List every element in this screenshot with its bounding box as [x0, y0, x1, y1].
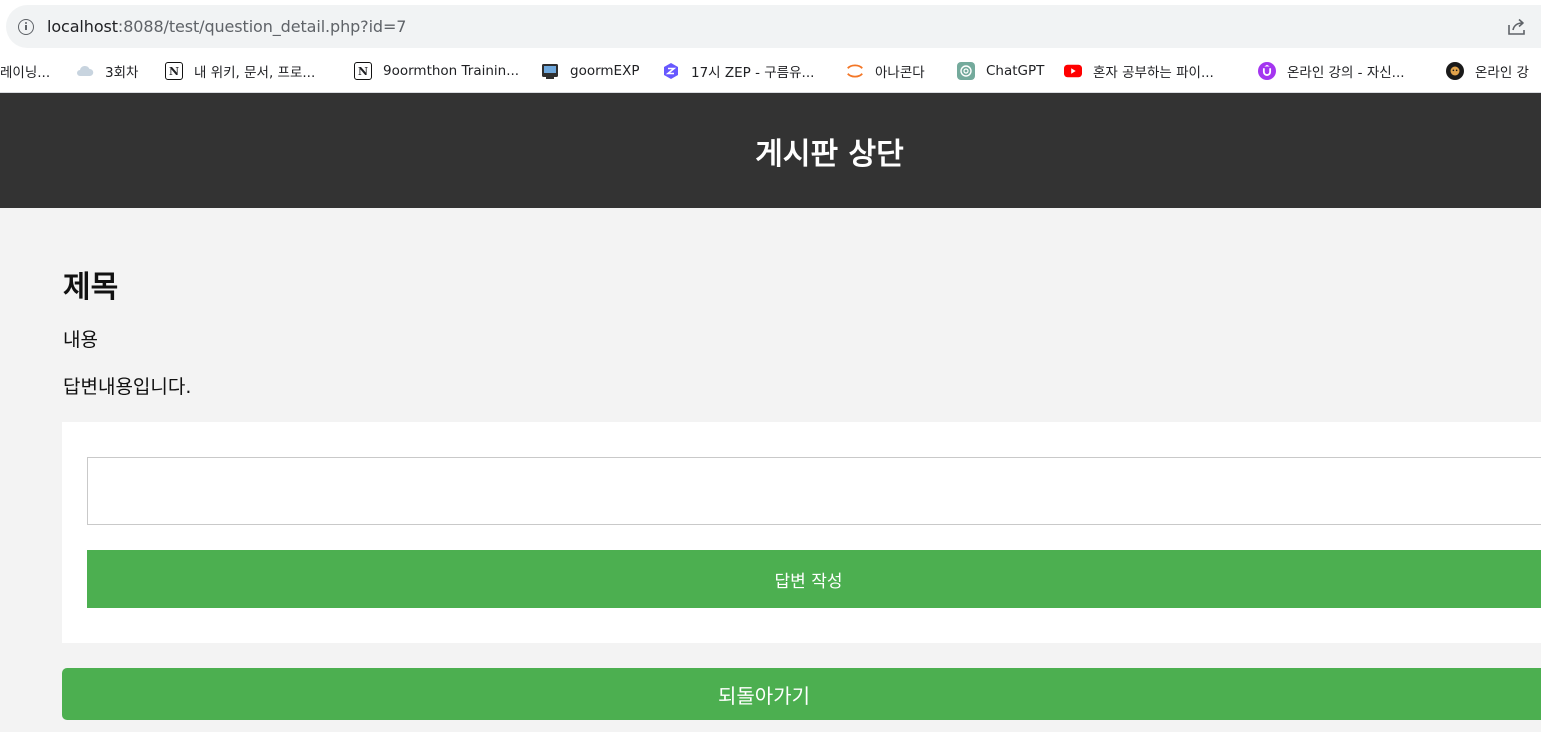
bookmark-label: 온라인 강의 - 자신... [1287, 65, 1405, 81]
answer-input[interactable] [87, 457, 1541, 525]
bookmark-item[interactable]: 온라인 강의 - 자신... [1258, 60, 1405, 82]
bookmark-item[interactable]: N 내 위키, 문서, 프로... [165, 60, 315, 82]
url-path: :8088/test/question_detail.php?id=7 [117, 17, 407, 36]
goormexp-icon [541, 62, 559, 80]
browser-address-bar: localhost:8088/test/question_detail.php?… [0, 0, 1541, 50]
bookmarks-bar: 레이닝... 3회차 N 내 위키, 문서, 프로... N 9oormthon… [0, 50, 1541, 93]
site-header: 게시판 상단 [0, 93, 1541, 208]
bookmark-label: 아나콘다 [875, 65, 925, 81]
bookmark-item[interactable]: 3회차 [76, 60, 138, 82]
question-content: 내용 [63, 329, 98, 351]
answer-form: 답변 작성 [62, 422, 1541, 643]
jupyter-icon [846, 62, 864, 80]
youtube-icon [1064, 62, 1082, 80]
bookmark-item[interactable]: goormEXP [541, 60, 639, 82]
answer-content: 답변내용입니다. [63, 376, 192, 398]
bookmark-item[interactable]: ChatGPT [957, 60, 1044, 82]
bookmark-item[interactable]: 아나콘다 [846, 60, 925, 82]
zep-icon [662, 62, 680, 80]
bookmark-label: 혼자 공부하는 파이... [1093, 65, 1214, 81]
bookmark-label: 17시 ZEP - 구름유... [691, 65, 815, 81]
share-icon[interactable] [1506, 17, 1528, 37]
url-host: localhost [47, 17, 118, 36]
info-icon[interactable] [18, 19, 34, 35]
bookmark-label: 레이닝... [0, 65, 51, 81]
back-button[interactable]: 되돌아가기 [62, 668, 1541, 720]
bookmark-label: ChatGPT [986, 63, 1045, 79]
chatgpt-icon [957, 62, 975, 80]
answer-submit-button[interactable]: 답변 작성 [87, 550, 1541, 608]
bookmark-label: 온라인 강 [1475, 65, 1529, 81]
bookmark-item[interactable]: N 9oormthon Trainin... [354, 60, 519, 82]
udemy-icon [1258, 62, 1276, 80]
bookmark-item[interactable]: 17시 ZEP - 구름유... [662, 60, 814, 82]
bookmark-item[interactable]: 혼자 공부하는 파이... [1064, 60, 1214, 82]
omnibox[interactable]: localhost:8088/test/question_detail.php?… [6, 5, 1541, 48]
bookmark-item[interactable]: 온라인 강 [1446, 60, 1529, 82]
lion-icon [1446, 62, 1464, 80]
cloud-icon [76, 62, 94, 80]
notion-icon: N [354, 62, 372, 80]
notion-icon: N [165, 62, 183, 80]
bookmark-label: 3회차 [105, 65, 139, 81]
bookmark-label: 9oormthon Trainin... [383, 63, 520, 79]
bookmark-label: goormEXP [570, 63, 640, 79]
bookmark-item[interactable]: 레이닝... [0, 60, 50, 82]
bookmark-label: 내 위키, 문서, 프로... [194, 65, 316, 81]
question-title: 제목 [63, 270, 119, 305]
site-title: 게시판 상단 [755, 137, 904, 172]
url-text[interactable]: localhost:8088/test/question_detail.php?… [47, 17, 406, 36]
